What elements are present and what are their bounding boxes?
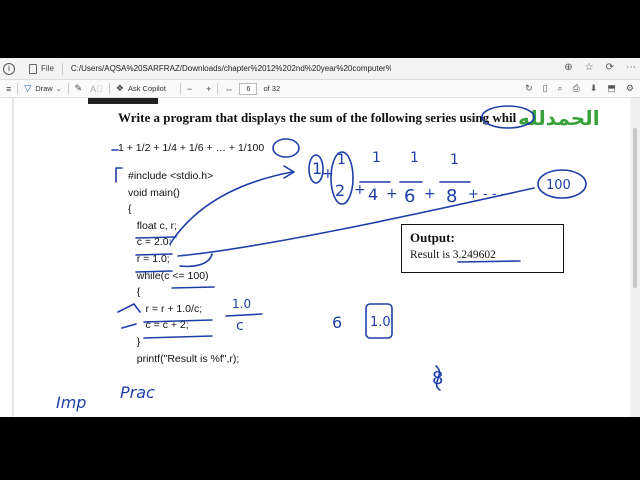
hw-series-one-b: 1 [372, 150, 381, 166]
hw-series-plus: + [424, 186, 436, 202]
pdf-toolbar: ≡ ▽ Draw ⌄ ✎ A⃞ ❖ Ask Copilot − + ⇔ 6 of… [0, 80, 640, 98]
toolbar-divider [17, 83, 19, 94]
hw-series-hundred: 100 [546, 178, 571, 193]
refresh-icon[interactable]: ⟳ [606, 62, 614, 73]
ink-circle-100 [272, 138, 300, 158]
hw-eight: 8 [432, 368, 443, 389]
address-right-icons: ⊕ ☆ ⟳ ⋯ [564, 62, 636, 73]
hw-series-plus: + [386, 186, 398, 202]
file-label: File [41, 64, 54, 73]
hw-series-six: 6 [404, 186, 415, 207]
ink-underline [143, 319, 213, 323]
zoom-icon[interactable]: ⊕ [564, 62, 572, 73]
page-total: of 32 [263, 84, 281, 93]
toolbar-divider [108, 83, 110, 94]
bottom-black-band [0, 417, 640, 480]
ink-underline [135, 270, 173, 273]
draw-dropdown-icon[interactable]: ⌄ [56, 85, 62, 93]
toolbar-divider [217, 83, 219, 94]
file-icon [29, 63, 37, 74]
fit-page-icon[interactable]: ⇔ [224, 84, 233, 94]
erase-icon[interactable]: A⃞ [90, 84, 103, 94]
toolbar-right-icons: ↻ ▯ ⌕ ⎙ ⬇ ⬒ ⚙ [525, 83, 634, 94]
settings-icon[interactable]: ⚙ [626, 83, 634, 94]
hw-prac: Prac [120, 383, 155, 402]
ink-arrow [169, 171, 293, 245]
url-text[interactable]: C:/Users/AQSA%20SARFRAZ/Downloads/chapte… [71, 64, 391, 73]
hw-series-one: 1 [312, 159, 322, 178]
zoom-out-button[interactable]: − [187, 84, 192, 94]
search-icon[interactable]: ⌕ [558, 83, 563, 94]
hw-series-one-a: 1 [337, 152, 346, 168]
ink-underline [143, 335, 213, 339]
draw-button[interactable]: Draw [35, 84, 53, 93]
save-as-icon[interactable]: ⬒ [607, 83, 616, 94]
copilot-icon[interactable]: ❖ [116, 83, 124, 94]
ink-arrow [121, 323, 137, 329]
hw-series-dots: + - - - [468, 187, 506, 202]
info-icon[interactable]: i [3, 62, 15, 75]
hw-one-zero: 1.0 [370, 315, 391, 330]
page-number-input[interactable]: 6 [239, 82, 258, 95]
ask-copilot-button[interactable]: Ask Copilot [128, 84, 166, 93]
handwriting-layer: 1 + 1 2 + 1 4 + 1 6 + 1 8 + - - - 100 1.… [56, 105, 587, 412]
page-view-icon[interactable]: ▯ [543, 83, 548, 94]
top-black-band [0, 0, 640, 58]
hw-series-one-c: 1 [410, 150, 419, 166]
scrollbar-thumb[interactable] [633, 128, 637, 288]
hw-imp: Imp [56, 393, 86, 412]
highlight-icon[interactable]: ✎ [75, 83, 83, 94]
hw-fraction-den: c [236, 318, 244, 334]
ink-circle-while [481, 105, 535, 129]
hw-series-four: 4 [368, 185, 378, 204]
hw-series-one-d: 1 [450, 152, 459, 168]
draw-pen-icon[interactable]: ▽ [24, 83, 31, 94]
ink-underline [457, 260, 521, 263]
extensions-icon[interactable]: ⋯ [626, 62, 636, 73]
ink-underline [171, 286, 215, 289]
save-icon[interactable]: ⬇ [590, 83, 598, 94]
hw-fraction-num: 1.0 [232, 297, 251, 311]
zoom-in-button[interactable]: + [206, 84, 211, 94]
document-view: Write a program that displays the sum of… [0, 98, 640, 417]
toolbar-divider [67, 83, 69, 94]
toolbar-divider [179, 83, 181, 94]
address-divider [61, 62, 63, 75]
contents-list-icon[interactable]: ≡ [6, 84, 11, 94]
hw-series-plus: + [354, 182, 366, 198]
hw-series-two: 2 [335, 181, 345, 200]
ink-arrow [117, 303, 141, 313]
print-icon[interactable]: ⎙ [573, 83, 580, 94]
ink-underline [135, 253, 173, 256]
hw-series-eight: 8 [446, 186, 457, 207]
address-bar: i File C:/Users/AQSA%20SARFRAZ/Downloads… [0, 58, 640, 80]
ink-fraction-line [225, 313, 263, 317]
rotate-icon[interactable]: ↻ [525, 83, 533, 94]
hw-six: 6 [332, 313, 342, 332]
ink-underline [135, 236, 177, 239]
ink-bracket [115, 167, 123, 183]
vertical-scrollbar[interactable] [630, 98, 640, 417]
hw-series-plus: + [322, 166, 334, 182]
favorite-star-icon[interactable]: ☆ [585, 62, 594, 73]
